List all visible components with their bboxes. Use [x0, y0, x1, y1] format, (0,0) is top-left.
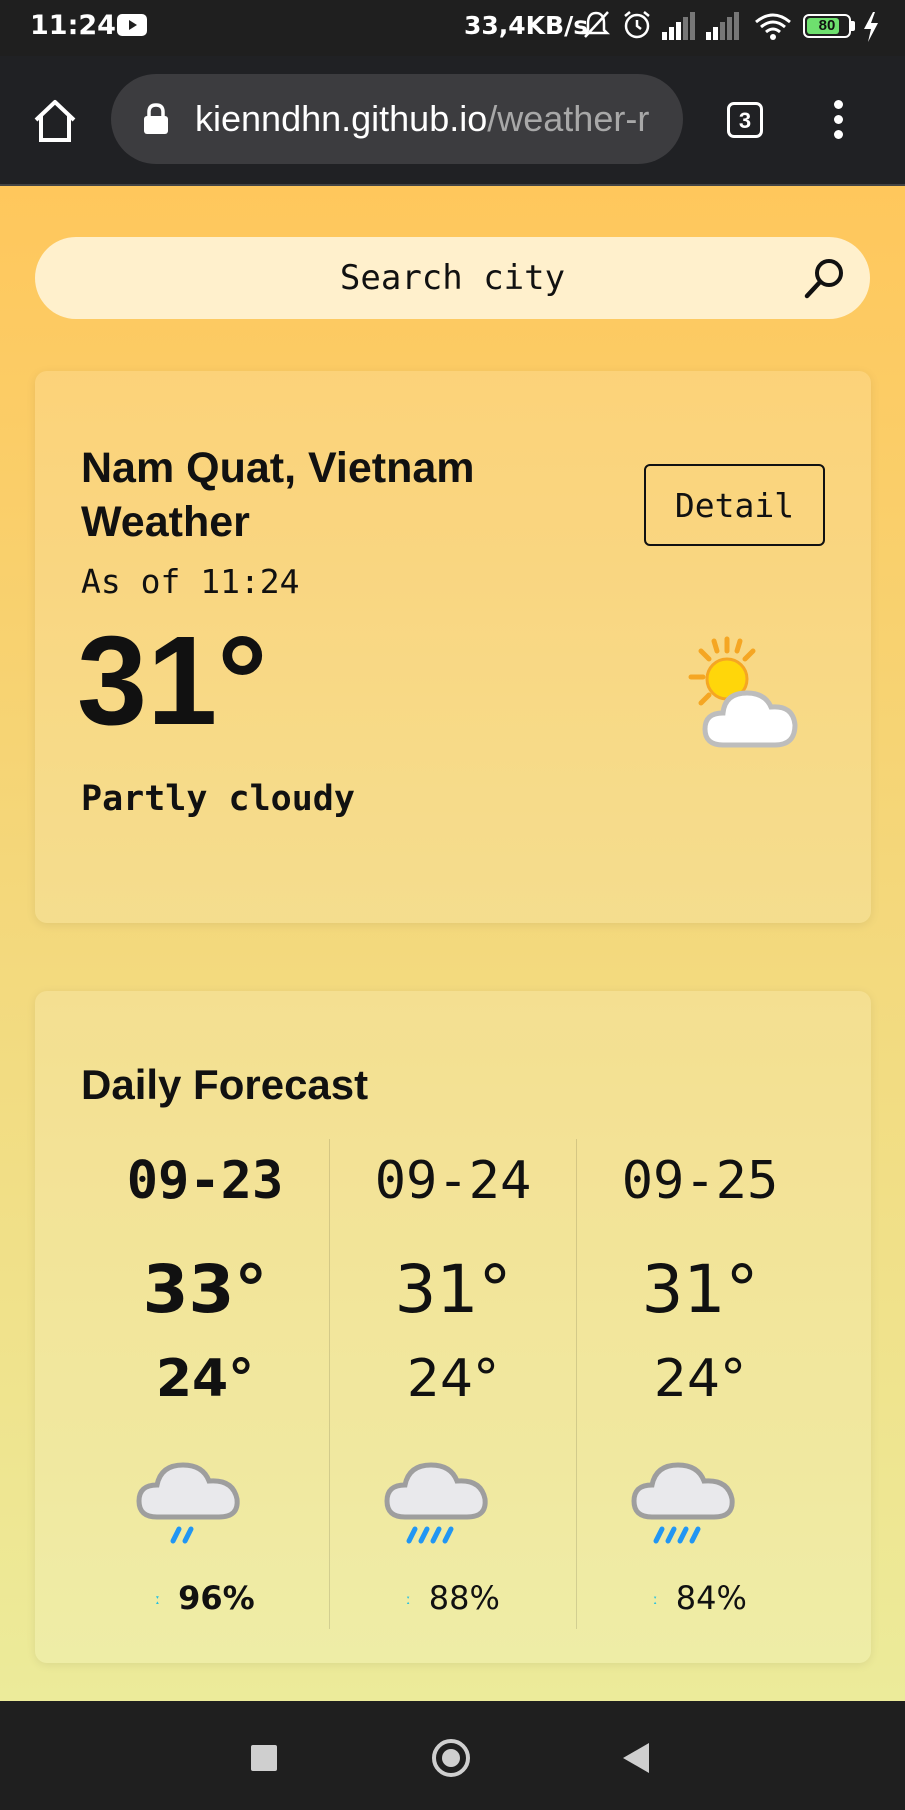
battery-level: 80	[818, 17, 836, 34]
current-weather-card: Nam Quat, Vietnam Weather Detail As of 1…	[35, 371, 871, 923]
home-button[interactable]	[432, 1739, 470, 1777]
browser-toolbar: kienndhn.github.io/weather-r 3	[0, 56, 905, 186]
partly-cloudy-icon	[688, 636, 798, 748]
search-input[interactable]	[35, 237, 870, 319]
raindrop-icon: ː	[406, 1592, 411, 1608]
detail-button[interactable]: Detail	[644, 464, 825, 546]
weather-condition: Partly cloudy	[81, 779, 355, 819]
precipitation-value: 84%	[675, 1579, 747, 1617]
rain-icon	[384, 1462, 488, 1544]
mute-icon	[582, 11, 610, 38]
precipitation-chance: ː 96%	[82, 1579, 328, 1617]
status-bar: 11:24 33,4KB/s 80	[0, 0, 905, 56]
forecast-high: 31°	[641, 1251, 759, 1328]
signal-icon	[662, 12, 695, 40]
weather-page: Nam Quat, Vietnam Weather Detail As of 1…	[0, 186, 905, 1701]
current-temperature: 31°	[77, 610, 268, 751]
address-bar[interactable]: kienndhn.github.io/weather-r	[111, 74, 683, 164]
alarm-icon	[624, 11, 650, 39]
forecast-date: 09-24	[374, 1151, 532, 1211]
observation-time: As of 11:24	[81, 562, 300, 601]
forecast-day[interactable]: 09-25 31° 24° ː 84%	[576, 1139, 823, 1629]
raindrop-icon: ː	[155, 1592, 161, 1608]
battery-icon: 80	[803, 14, 851, 38]
charging-icon	[864, 12, 878, 42]
raindrop-icon: ː	[653, 1592, 658, 1608]
forecast-high: 31°	[394, 1251, 512, 1328]
url-host: kienndhn.github.io	[195, 98, 488, 139]
precipitation-value: 96%	[178, 1579, 255, 1617]
battery-tip	[851, 21, 855, 31]
back-button[interactable]	[623, 1743, 649, 1773]
url-text: kienndhn.github.io/weather-r	[195, 98, 649, 140]
lock-icon	[144, 103, 168, 134]
daily-forecast-card: Daily Forecast 09-23 33° 24° ː 96% 09-24 …	[35, 991, 871, 1663]
forecast-day[interactable]: 09-24 31° 24° ː 88%	[329, 1139, 576, 1629]
forecast-low: 24°	[653, 1349, 747, 1409]
search-box	[35, 237, 870, 319]
tab-switcher-button[interactable]: 3	[727, 102, 763, 138]
system-navigation-bar	[0, 1701, 905, 1810]
light-rain-icon	[136, 1462, 240, 1544]
home-icon[interactable]	[30, 96, 80, 146]
forecast-day[interactable]: 09-23 33° 24° ː 96%	[82, 1139, 328, 1629]
youtube-icon	[117, 14, 147, 36]
rain-icon	[631, 1462, 735, 1544]
search-icon[interactable]	[803, 256, 847, 300]
menu-icon[interactable]	[834, 100, 843, 145]
precipitation-chance: ː 88%	[330, 1579, 576, 1617]
signal-icon	[706, 12, 739, 40]
recents-button[interactable]	[251, 1745, 277, 1771]
precipitation-chance: ː 84%	[577, 1579, 823, 1617]
precipitation-value: 88%	[428, 1579, 500, 1617]
status-time: 11:24	[30, 10, 116, 41]
wifi-icon	[755, 13, 791, 40]
forecast-low: 24°	[155, 1349, 255, 1409]
forecast-date: 09-23	[126, 1151, 284, 1211]
network-speed: 33,4KB/s	[464, 11, 589, 40]
forecast-high: 33°	[142, 1251, 268, 1328]
url-path: /weather-r	[487, 98, 650, 139]
forecast-date: 09-25	[621, 1151, 779, 1211]
forecast-title: Daily Forecast	[81, 1061, 369, 1108]
location-title: Nam Quat, Vietnam Weather	[81, 444, 475, 546]
forecast-low: 24°	[406, 1349, 500, 1409]
